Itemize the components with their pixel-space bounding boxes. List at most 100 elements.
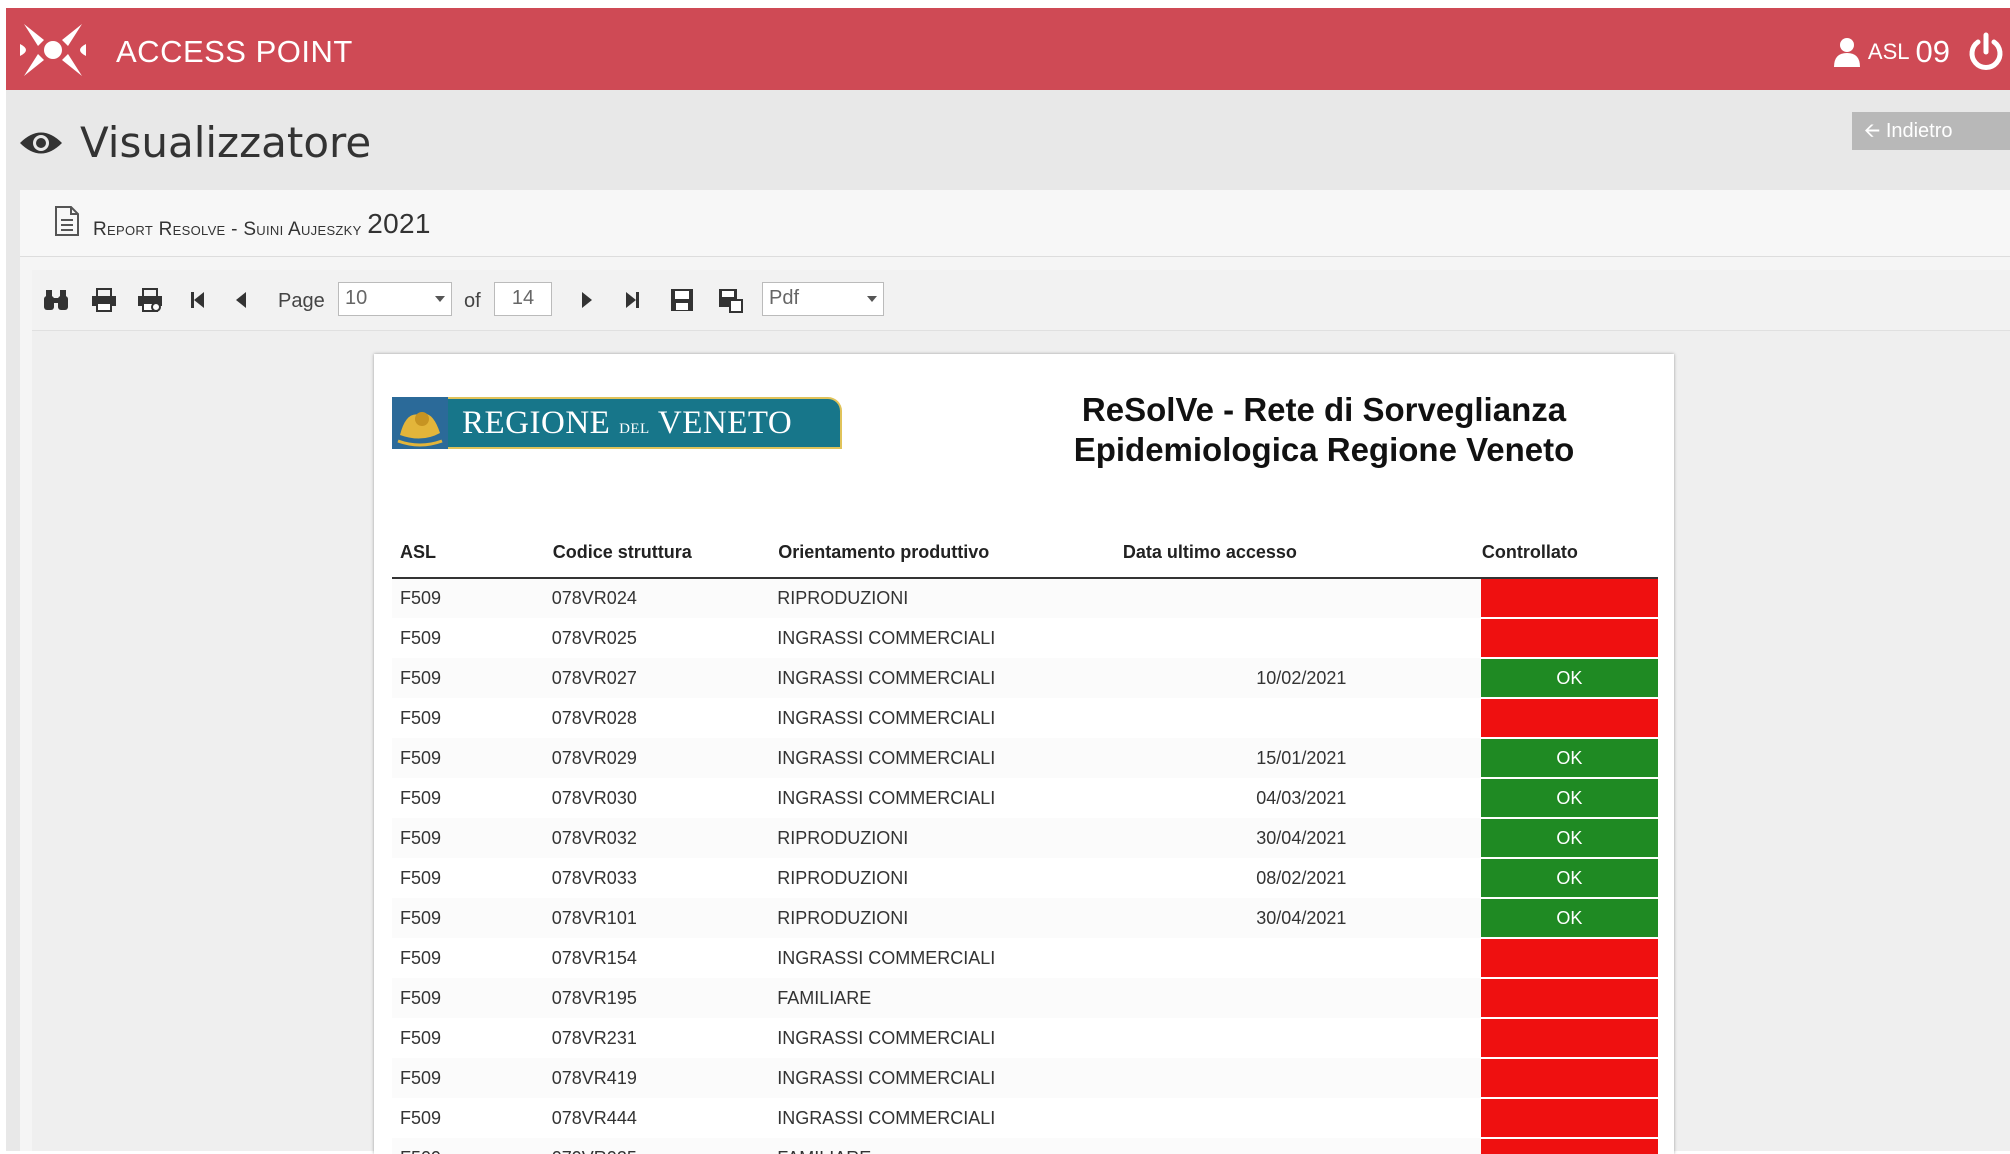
cell-codice: 078VR030 xyxy=(551,787,637,808)
cell-data: 30/04/2021 xyxy=(1121,818,1481,858)
cell-controllato: OK xyxy=(1480,818,1658,859)
export-format-value: Pdf xyxy=(769,287,800,309)
cell-orientamento: INGRASSI COMMERCIALI xyxy=(777,738,1122,778)
table-row: F509 078VR029 INGRASSI COMMERCIALI 15/01/20… xyxy=(392,738,1658,779)
print-preview-icon[interactable] xyxy=(136,286,164,314)
cell-codice: 078VR024 xyxy=(551,578,778,618)
cell-data xyxy=(1122,1018,1481,1058)
table-header-row: ASL Codice struttura Orientamento produt… xyxy=(392,527,1658,579)
report-canvas[interactable]: REGIONE del VENETO ReSolVe - Rete di Sor… xyxy=(32,331,2010,1154)
column-header-codice: Codice struttura xyxy=(551,527,778,579)
cell-asl: F509 xyxy=(400,867,442,888)
report-page: REGIONE del VENETO ReSolVe - Rete di Sor… xyxy=(374,354,1674,1154)
cell-orientamento: INGRASSI COMMERCIALI xyxy=(777,707,996,728)
cell-controllato xyxy=(1480,1058,1658,1099)
cell-codice: 078VR101 xyxy=(551,898,778,938)
page-area: Visualizzatore 🡨 Indietro Report Resolve… xyxy=(6,90,2010,1154)
column-header-orientamento: Orientamento produttivo xyxy=(777,527,1122,579)
cell-orientamento: RIPRODUZIONI xyxy=(777,578,1122,618)
report-viewer: Page 10 of 14 Pdf REGIONE del VENETO ReS… xyxy=(32,270,2010,1154)
back-label: Indietro xyxy=(1885,120,1953,142)
cell-codice: 078VR025 xyxy=(551,627,637,648)
cell-orientamento: INGRASSI COMMERCIALI xyxy=(777,947,996,968)
last-page-icon[interactable] xyxy=(618,286,646,314)
table-row: F509 078VR025 INGRASSI COMMERCIALI xyxy=(392,618,1658,659)
cell-data: 04/03/2021 xyxy=(1256,787,1347,808)
total-pages-value: 14 xyxy=(511,287,535,309)
table-row: F509 078VR195 FAMILIARE xyxy=(392,978,1658,1019)
cell-orientamento: RIPRODUZIONI xyxy=(777,818,1122,858)
panel-title: Report Resolve - Suini Aujeszky 2021 xyxy=(93,208,431,242)
column-header-asl: ASL xyxy=(392,527,552,579)
previous-page-icon[interactable] xyxy=(228,286,256,314)
cell-asl: F509 xyxy=(392,1058,552,1098)
export-icon[interactable] xyxy=(716,286,744,314)
table-row: F509 078VR030 INGRASSI COMMERCIALI 04/03/20… xyxy=(392,778,1658,819)
report-title-line2: Epidemiologica Regione Veneto xyxy=(1073,431,1575,468)
cell-data: 30/04/2021 xyxy=(1121,898,1481,938)
cell-asl: F509 xyxy=(400,707,442,728)
back-arrow-icon: 🡨 xyxy=(1864,120,1881,142)
cell-controllato: OK xyxy=(1480,858,1658,899)
cell-controllato xyxy=(1480,578,1658,619)
logo-text-small: del xyxy=(619,413,650,438)
cell-data xyxy=(1121,978,1481,1018)
user-menu[interactable]: ASL 09 xyxy=(1832,34,1950,70)
page-number-select[interactable]: 10 xyxy=(338,282,452,316)
cell-data xyxy=(1121,1058,1481,1098)
cell-controllato xyxy=(1480,618,1658,659)
logo-text-end: VENETO xyxy=(657,405,793,441)
report-table: ASL Codice struttura Orientamento produt… xyxy=(392,527,1658,1154)
logo-icon[interactable] xyxy=(18,16,88,84)
table-row: F509079VR025FAMILIARE xyxy=(392,1138,1658,1154)
cell-asl: F509 xyxy=(392,578,552,618)
cell-data xyxy=(1122,698,1481,738)
cell-data xyxy=(1121,1138,1481,1154)
cell-asl: F509 xyxy=(400,787,442,808)
cell-codice: 079VR025 xyxy=(551,1138,778,1154)
binoculars-icon[interactable] xyxy=(42,286,70,314)
cell-orientamento: FAMILIARE xyxy=(777,978,1122,1018)
document-icon xyxy=(55,206,79,236)
column-header-controllato: Controllato xyxy=(1480,527,1658,579)
cell-asl: F509 xyxy=(400,1107,442,1128)
total-pages-field: 14 xyxy=(494,282,552,316)
cell-codice: 078VR033 xyxy=(551,867,637,888)
chevron-down-icon xyxy=(867,296,877,302)
cell-orientamento: FAMILIARE xyxy=(777,1138,1122,1154)
cell-asl: F509 xyxy=(392,1138,552,1154)
cell-orientamento: INGRASSI COMMERCIALI xyxy=(777,1027,996,1048)
cell-asl: F509 xyxy=(392,738,552,778)
print-icon[interactable] xyxy=(90,286,118,314)
user-code: 09 xyxy=(1915,34,1950,69)
user-icon xyxy=(1833,38,1860,67)
cell-asl: F509 xyxy=(400,627,442,648)
viewer-toolbar: Page 10 of 14 Pdf xyxy=(32,270,2010,331)
cell-controllato: OK xyxy=(1480,658,1658,699)
cell-codice: 078VR195 xyxy=(551,978,778,1018)
cell-asl: F509 xyxy=(400,1027,442,1048)
cell-orientamento: INGRASSI COMMERCIALI xyxy=(777,1058,1122,1098)
export-format-select[interactable]: Pdf xyxy=(762,282,884,316)
back-button[interactable]: 🡨 Indietro xyxy=(1852,112,2010,150)
page-title: Visualizzatore xyxy=(18,118,371,167)
table-row: F509 078VR101 RIPRODUZIONI 30/04/2021 OK xyxy=(392,898,1658,939)
save-icon[interactable] xyxy=(668,286,696,314)
page-number-value: 10 xyxy=(345,287,368,309)
table-row: F509 078VR033 RIPRODUZIONI 08/02/2021 OK xyxy=(392,858,1658,899)
report-title: ReSolVe - Rete di Sorveglianza Epidemiol… xyxy=(974,390,1674,470)
cell-controllato: OK xyxy=(1480,778,1658,819)
power-icon[interactable] xyxy=(1966,32,2006,72)
cell-codice: 078VR032 xyxy=(551,818,778,858)
cell-asl: F509 xyxy=(392,658,552,698)
first-page-icon[interactable] xyxy=(184,286,212,314)
report-panel: Report Resolve - Suini Aujeszky 2021 Pag… xyxy=(20,190,2010,1154)
cell-asl: F509 xyxy=(392,898,552,938)
cell-codice: 078VR029 xyxy=(551,738,778,778)
top-bar: ACCESS POINT ASL 09 xyxy=(6,8,2010,90)
cell-orientamento: RIPRODUZIONI xyxy=(777,898,1122,938)
column-header-data: Data ultimo accesso xyxy=(1121,527,1481,579)
cell-data xyxy=(1122,938,1481,978)
next-page-icon[interactable] xyxy=(572,286,600,314)
cell-orientamento: INGRASSI COMMERCIALI xyxy=(777,1107,996,1128)
